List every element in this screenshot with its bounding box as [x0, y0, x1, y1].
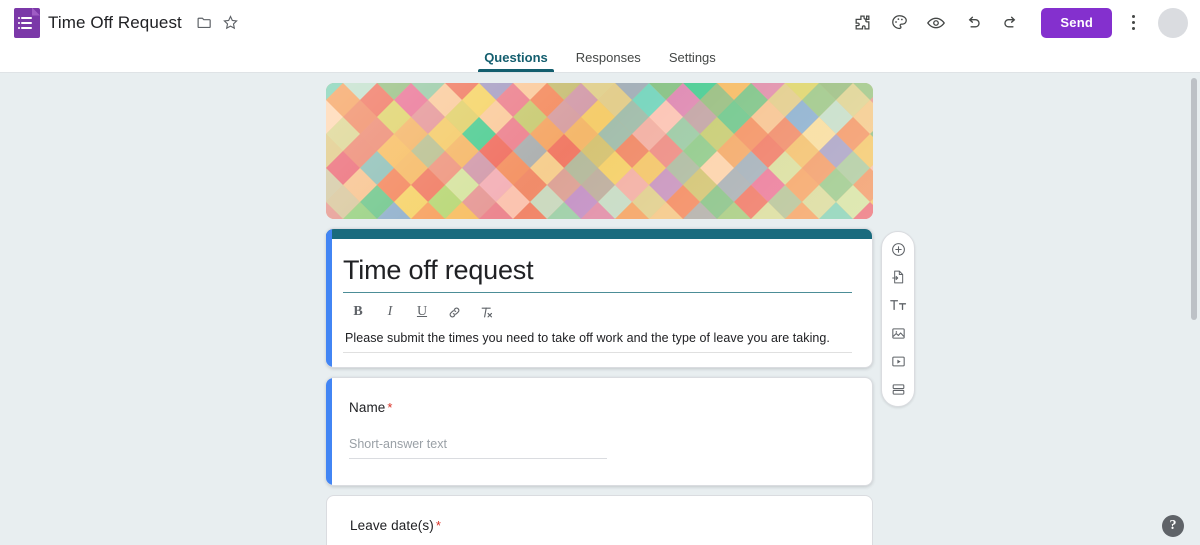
- preview-icon[interactable]: [919, 6, 953, 40]
- folder-icon[interactable]: [192, 10, 218, 36]
- form-description-input[interactable]: Please submit the times you need to take…: [343, 328, 852, 354]
- form-header-image[interactable]: [326, 83, 873, 219]
- question-title[interactable]: Name *: [349, 400, 852, 415]
- required-asterisk: *: [387, 400, 393, 416]
- question-title[interactable]: Leave date(s) *: [350, 518, 852, 533]
- underline-button[interactable]: U: [412, 302, 432, 322]
- theme-color-strip: [326, 229, 872, 239]
- add-title-description-button[interactable]: [885, 294, 911, 316]
- add-section-button[interactable]: [885, 378, 911, 400]
- tab-settings[interactable]: Settings: [663, 50, 722, 72]
- italic-button[interactable]: I: [380, 302, 400, 322]
- insert-link-icon[interactable]: [444, 302, 464, 322]
- tab-questions[interactable]: Questions: [478, 50, 554, 72]
- short-answer-placeholder: Short-answer text: [349, 437, 607, 460]
- editor-tabs: Questions Responses Settings: [0, 45, 1200, 73]
- addons-icon[interactable]: [845, 6, 879, 40]
- add-item-toolbar: [881, 231, 915, 407]
- undo-icon[interactable]: [956, 6, 990, 40]
- question-label-text: Name: [349, 400, 386, 416]
- document-title[interactable]: Time Off Request: [48, 13, 182, 33]
- form-title-input[interactable]: Time off request: [343, 255, 852, 294]
- add-image-button[interactable]: [885, 322, 911, 344]
- rich-text-toolbar: B I U: [343, 293, 852, 328]
- google-forms-editor: Time Off Request Send Questions Response…: [0, 0, 1200, 545]
- vertical-scrollbar[interactable]: [1188, 74, 1200, 545]
- more-options-icon[interactable]: [1118, 6, 1148, 40]
- clear-formatting-icon[interactable]: [476, 302, 496, 322]
- app-header: Time Off Request Send: [0, 0, 1200, 45]
- question-card-name[interactable]: Name * Short-answer text: [326, 377, 873, 487]
- form-canvas: Time off request B I U Please submit the…: [0, 74, 1200, 545]
- redo-icon[interactable]: [993, 6, 1027, 40]
- star-outline-icon[interactable]: [218, 10, 244, 36]
- tab-responses[interactable]: Responses: [570, 50, 647, 72]
- google-forms-icon[interactable]: [14, 7, 40, 38]
- question-card-leave-dates[interactable]: Leave date(s)* Short-answer text: [326, 495, 873, 545]
- required-asterisk: *: [435, 518, 442, 534]
- form-title-card[interactable]: Time off request B I U Please submit the…: [326, 228, 873, 369]
- send-button[interactable]: Send: [1041, 7, 1112, 38]
- bold-button[interactable]: B: [348, 302, 368, 322]
- add-question-button[interactable]: [885, 238, 911, 260]
- question-label-text: Leave date(s): [350, 518, 434, 534]
- theme-icon[interactable]: [882, 6, 916, 40]
- scrollbar-thumb[interactable]: [1191, 78, 1197, 320]
- import-questions-button[interactable]: [885, 266, 911, 288]
- avatar[interactable]: [1158, 7, 1188, 38]
- add-video-button[interactable]: [885, 350, 911, 372]
- help-button[interactable]: ?: [1162, 515, 1184, 537]
- form-column: Time off request B I U Please submit the…: [326, 83, 873, 545]
